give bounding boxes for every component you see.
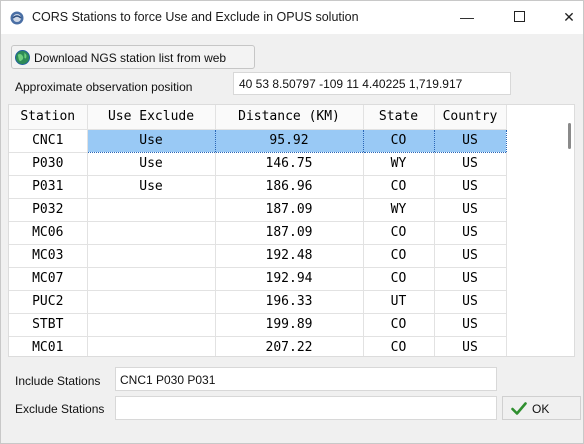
minimize-icon: — (460, 9, 474, 25)
table-row[interactable]: CNC1 Use 95.92 CO US (9, 128, 507, 153)
country-cell[interactable]: US (433, 128, 507, 153)
country-cell[interactable]: US (434, 175, 507, 199)
include-stations-label: Include Stations (15, 374, 101, 388)
title-bar[interactable]: CORS Stations to force Use and Exclude i… (1, 1, 583, 34)
distance-cell[interactable]: 199.89 (215, 313, 364, 337)
stations-grid[interactable]: Station Use Exclude Distance (KM) State … (8, 104, 575, 357)
distance-cell[interactable]: 186.96 (215, 175, 364, 199)
station-cell[interactable]: P032 (9, 198, 88, 222)
station-cell[interactable]: MC01 (9, 336, 88, 356)
table-row[interactable]: P031 Use 186.96 CO US (9, 175, 507, 199)
station-cell[interactable]: PUC2 (9, 290, 88, 314)
use-exclude-cell[interactable]: Use (87, 175, 216, 199)
use-exclude-cell[interactable] (87, 221, 216, 245)
distance-cell[interactable]: 146.75 (215, 152, 364, 176)
table-row[interactable]: MC06 187.09 CO US (9, 221, 507, 245)
distance-cell[interactable]: 192.94 (215, 267, 364, 291)
window-title: CORS Stations to force Use and Exclude i… (32, 10, 359, 24)
exclude-stations-label: Exclude Stations (15, 402, 105, 416)
country-cell[interactable]: US (434, 221, 507, 245)
table-row[interactable]: P030 Use 146.75 WY US (9, 152, 507, 176)
state-cell[interactable]: CO (363, 175, 435, 199)
distance-cell[interactable]: 196.33 (215, 290, 364, 314)
use-exclude-cell[interactable]: Use (87, 152, 216, 176)
app-icon (10, 11, 24, 25)
table-header-row: Station Use Exclude Distance (KM) State … (9, 105, 507, 130)
country-cell[interactable]: US (434, 290, 507, 314)
table-row[interactable]: MC03 192.48 CO US (9, 244, 507, 268)
state-cell[interactable]: CO (362, 128, 435, 153)
use-exclude-cell[interactable] (87, 244, 216, 268)
column-header-station[interactable]: Station (9, 105, 88, 130)
use-exclude-cell[interactable]: Use (86, 128, 216, 153)
country-cell[interactable]: US (434, 313, 507, 337)
station-cell[interactable]: MC03 (9, 244, 88, 268)
state-cell[interactable]: CO (363, 313, 435, 337)
checkmark-icon (511, 402, 527, 415)
state-cell[interactable]: CO (363, 336, 435, 356)
country-cell[interactable]: US (434, 336, 507, 356)
approx-position-field[interactable]: 40 53 8.50797 -109 11 4.40225 1,719.917 (233, 72, 511, 95)
station-cell[interactable]: CNC1 (9, 129, 88, 153)
country-cell[interactable]: US (434, 198, 507, 222)
station-cell[interactable]: MC07 (9, 267, 88, 291)
column-header-use-exclude[interactable]: Use Exclude (87, 105, 216, 130)
vertical-scrollbar[interactable] (562, 105, 574, 356)
globe-icon (15, 50, 30, 65)
country-cell[interactable]: US (434, 267, 507, 291)
station-cell[interactable]: P030 (9, 152, 88, 176)
column-header-country[interactable]: Country (434, 105, 507, 130)
state-cell[interactable]: UT (363, 290, 435, 314)
use-exclude-cell[interactable] (87, 290, 216, 314)
station-cell[interactable]: P031 (9, 175, 88, 199)
maximize-icon (513, 11, 525, 23)
table-row[interactable]: P032 187.09 WY US (9, 198, 507, 222)
minimize-button[interactable]: — (444, 1, 490, 34)
use-exclude-cell[interactable] (87, 336, 216, 356)
include-stations-field[interactable]: CNC1 P030 P031 (115, 367, 497, 391)
use-exclude-cell[interactable] (87, 198, 216, 222)
ok-button[interactable]: OK (502, 396, 581, 420)
maximize-button[interactable] (496, 1, 542, 34)
table-row[interactable]: STBT 199.89 CO US (9, 313, 507, 337)
scrollbar-thumb[interactable] (568, 123, 571, 149)
distance-cell[interactable]: 187.09 (215, 221, 364, 245)
state-cell[interactable]: CO (363, 221, 435, 245)
column-header-distance[interactable]: Distance (KM) (215, 105, 364, 130)
use-exclude-cell[interactable] (87, 313, 216, 337)
state-cell[interactable]: CO (363, 267, 435, 291)
stations-table: Station Use Exclude Distance (KM) State … (9, 105, 507, 356)
distance-cell[interactable]: 95.92 (214, 128, 364, 153)
download-button-label: Download NGS station list from web (34, 51, 227, 65)
country-cell[interactable]: US (434, 152, 507, 176)
state-cell[interactable]: CO (363, 244, 435, 268)
exclude-stations-field[interactable] (115, 396, 497, 420)
distance-cell[interactable]: 192.48 (215, 244, 364, 268)
column-header-state[interactable]: State (363, 105, 435, 130)
close-button[interactable]: ✕ (546, 1, 584, 34)
distance-cell[interactable]: 207.22 (215, 336, 364, 356)
dialog-window: CORS Stations to force Use and Exclude i… (0, 0, 584, 444)
ok-button-label: OK (532, 402, 550, 416)
station-cell[interactable]: STBT (9, 313, 88, 337)
country-cell[interactable]: US (434, 244, 507, 268)
state-cell[interactable]: WY (363, 198, 435, 222)
use-exclude-cell[interactable] (87, 267, 216, 291)
table-row[interactable]: MC07 192.94 CO US (9, 267, 507, 291)
table-row[interactable]: MC01 207.22 CO US (9, 336, 507, 356)
station-cell[interactable]: MC06 (9, 221, 88, 245)
approx-position-label: Approximate observation position (15, 80, 193, 94)
download-station-list-button[interactable]: Download NGS station list from web (11, 45, 255, 69)
distance-cell[interactable]: 187.09 (215, 198, 364, 222)
state-cell[interactable]: WY (363, 152, 435, 176)
table-row[interactable]: PUC2 196.33 UT US (9, 290, 507, 314)
close-icon: ✕ (563, 9, 575, 25)
